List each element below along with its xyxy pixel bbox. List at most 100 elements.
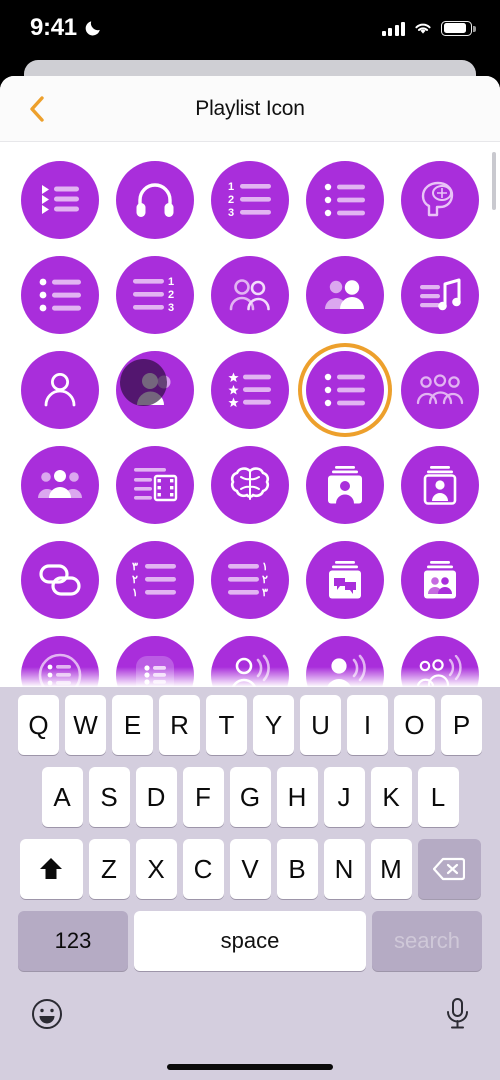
key-x[interactable]: X bbox=[135, 839, 177, 899]
key-a[interactable]: A bbox=[41, 767, 83, 827]
playlist-triangle-bullets-icon bbox=[41, 185, 79, 214]
dictation-key[interactable] bbox=[444, 997, 470, 1036]
icon-option-star-bullet-list[interactable] bbox=[202, 351, 297, 429]
microphone-icon bbox=[447, 997, 468, 1028]
navigation-bar: Playlist Icon bbox=[0, 76, 500, 142]
key-v[interactable]: V bbox=[229, 839, 271, 899]
icon-option-two-people-outline[interactable] bbox=[202, 256, 297, 334]
emoji-key[interactable] bbox=[30, 997, 64, 1036]
svg-text:3: 3 bbox=[228, 207, 234, 219]
chain-link-icon bbox=[38, 564, 81, 596]
icon-bubble bbox=[210, 446, 289, 524]
icon-option-card-two-people[interactable] bbox=[393, 541, 488, 619]
icon-option-card-person-portrait[interactable] bbox=[298, 446, 393, 524]
key-m[interactable]: M bbox=[370, 839, 412, 899]
key-z[interactable]: Z bbox=[88, 839, 130, 899]
card-two-people-icon bbox=[424, 561, 457, 599]
icon-grid-scroll-area[interactable]: 1 2 3 1 2 3 ٣ ٢ ١ ١ ٢ ٣ bbox=[0, 142, 500, 687]
key-w[interactable]: W bbox=[65, 695, 106, 755]
icon-option-list-music-note[interactable] bbox=[393, 256, 488, 334]
icon-option-group-broadcast[interactable] bbox=[393, 636, 488, 687]
backspace-key[interactable] bbox=[417, 839, 481, 899]
key-f[interactable]: F bbox=[182, 767, 224, 827]
icon-bubble bbox=[401, 446, 480, 524]
icon-option-bulleted-list-dots[interactable] bbox=[12, 256, 107, 334]
icon-option-three-people-outline[interactable] bbox=[393, 351, 488, 429]
crescent-moon-icon bbox=[85, 21, 100, 36]
key-c[interactable]: C bbox=[182, 839, 224, 899]
icon-bubble bbox=[115, 636, 194, 687]
icon-option-chain-link[interactable] bbox=[12, 541, 107, 619]
key-i[interactable]: I bbox=[347, 695, 388, 755]
touch-press-indicator bbox=[119, 359, 167, 406]
icon-option-bulleted-list-selected[interactable] bbox=[298, 351, 393, 429]
icon-bubble bbox=[115, 161, 194, 239]
backspace-delete-icon bbox=[433, 857, 465, 881]
brain-icon bbox=[230, 467, 270, 500]
key-t[interactable]: T bbox=[206, 695, 247, 755]
key-s[interactable]: S bbox=[88, 767, 130, 827]
page-title: Playlist Icon bbox=[195, 96, 305, 120]
key-d[interactable]: D bbox=[135, 767, 177, 827]
status-bar-left: 9:41 bbox=[30, 14, 102, 42]
numeric-mode-key[interactable]: 123 bbox=[18, 911, 128, 971]
key-j[interactable]: J bbox=[323, 767, 365, 827]
icon-option-two-people-filled[interactable] bbox=[298, 256, 393, 334]
svg-text:1: 1 bbox=[228, 181, 234, 193]
emoji-smiley-icon bbox=[32, 998, 62, 1029]
icon-option-card-speech-bubbles[interactable] bbox=[298, 541, 393, 619]
key-e[interactable]: E bbox=[112, 695, 153, 755]
shift-key[interactable] bbox=[19, 839, 83, 899]
icon-bubble bbox=[210, 636, 289, 687]
back-button[interactable] bbox=[8, 76, 64, 142]
icon-option-rounded-square-list[interactable] bbox=[107, 636, 202, 687]
icon-option-arabic-numbered-list-right[interactable]: ١ ٢ ٣ bbox=[202, 541, 297, 619]
keyboard-row-2: A S D F G H J K L bbox=[0, 767, 500, 827]
keyboard-bottom-bar bbox=[0, 971, 500, 1045]
icon-bubble bbox=[20, 636, 99, 687]
cellular-signal-icon bbox=[381, 21, 405, 36]
key-r[interactable]: R bbox=[159, 695, 200, 755]
vertical-scrollbar[interactable] bbox=[492, 152, 496, 210]
svg-text:1: 1 bbox=[168, 276, 174, 288]
status-bar: 9:41 bbox=[0, 0, 500, 56]
icon-option-brain[interactable] bbox=[202, 446, 297, 524]
icon-option-person-broadcast-outline[interactable] bbox=[202, 636, 297, 687]
keyboard-row-1: Q W E R T Y U I O P bbox=[0, 695, 500, 755]
keyboard-row-4: 123 space search bbox=[0, 911, 500, 971]
icon-bubble bbox=[306, 256, 385, 334]
icon-option-card-person-bust[interactable] bbox=[393, 446, 488, 524]
icon-option-circled-list[interactable] bbox=[12, 636, 107, 687]
svg-text:١: ١ bbox=[262, 561, 268, 573]
key-u[interactable]: U bbox=[300, 695, 341, 755]
home-indicator-bar bbox=[167, 1064, 333, 1070]
key-l[interactable]: L bbox=[417, 767, 459, 827]
icon-option-three-people-filled[interactable] bbox=[12, 446, 107, 524]
key-b[interactable]: B bbox=[276, 839, 318, 899]
key-h[interactable]: H bbox=[276, 767, 318, 827]
icon-bubble: 1 2 3 bbox=[210, 161, 289, 239]
icon-option-numbered-list-right[interactable]: 1 2 3 bbox=[107, 256, 202, 334]
key-o[interactable]: O bbox=[394, 695, 435, 755]
key-y[interactable]: Y bbox=[253, 695, 294, 755]
key-q[interactable]: Q bbox=[18, 695, 59, 755]
icon-option-bulleted-list[interactable] bbox=[298, 161, 393, 239]
icon-option-arabic-numbered-list-left[interactable]: ٣ ٢ ١ bbox=[107, 541, 202, 619]
search-return-key[interactable]: search bbox=[372, 911, 482, 971]
key-p[interactable]: P bbox=[441, 695, 482, 755]
icon-option-person-broadcast-filled[interactable] bbox=[298, 636, 393, 687]
icon-option-list-film-strip[interactable] bbox=[107, 446, 202, 524]
key-g[interactable]: G bbox=[229, 767, 271, 827]
key-n[interactable]: N bbox=[323, 839, 365, 899]
icon-option-playlist-triangle-bullets[interactable] bbox=[12, 161, 107, 239]
icon-option-headphones[interactable] bbox=[107, 161, 202, 239]
playlist-icon-sheet: Playlist Icon 1 2 3 1 2 3 ٣ ٢ ١ ١ ٢ ٣ Q … bbox=[0, 76, 500, 1080]
icon-bubble bbox=[401, 256, 480, 334]
card-person-portrait-icon bbox=[328, 466, 363, 504]
key-k[interactable]: K bbox=[370, 767, 412, 827]
space-key[interactable]: space bbox=[134, 911, 366, 971]
icon-option-head-brain-music[interactable] bbox=[393, 161, 488, 239]
icon-option-person-pressed[interactable] bbox=[107, 351, 202, 429]
icon-option-single-person-outline[interactable] bbox=[12, 351, 107, 429]
icon-option-numbered-list-left[interactable]: 1 2 3 bbox=[202, 161, 297, 239]
